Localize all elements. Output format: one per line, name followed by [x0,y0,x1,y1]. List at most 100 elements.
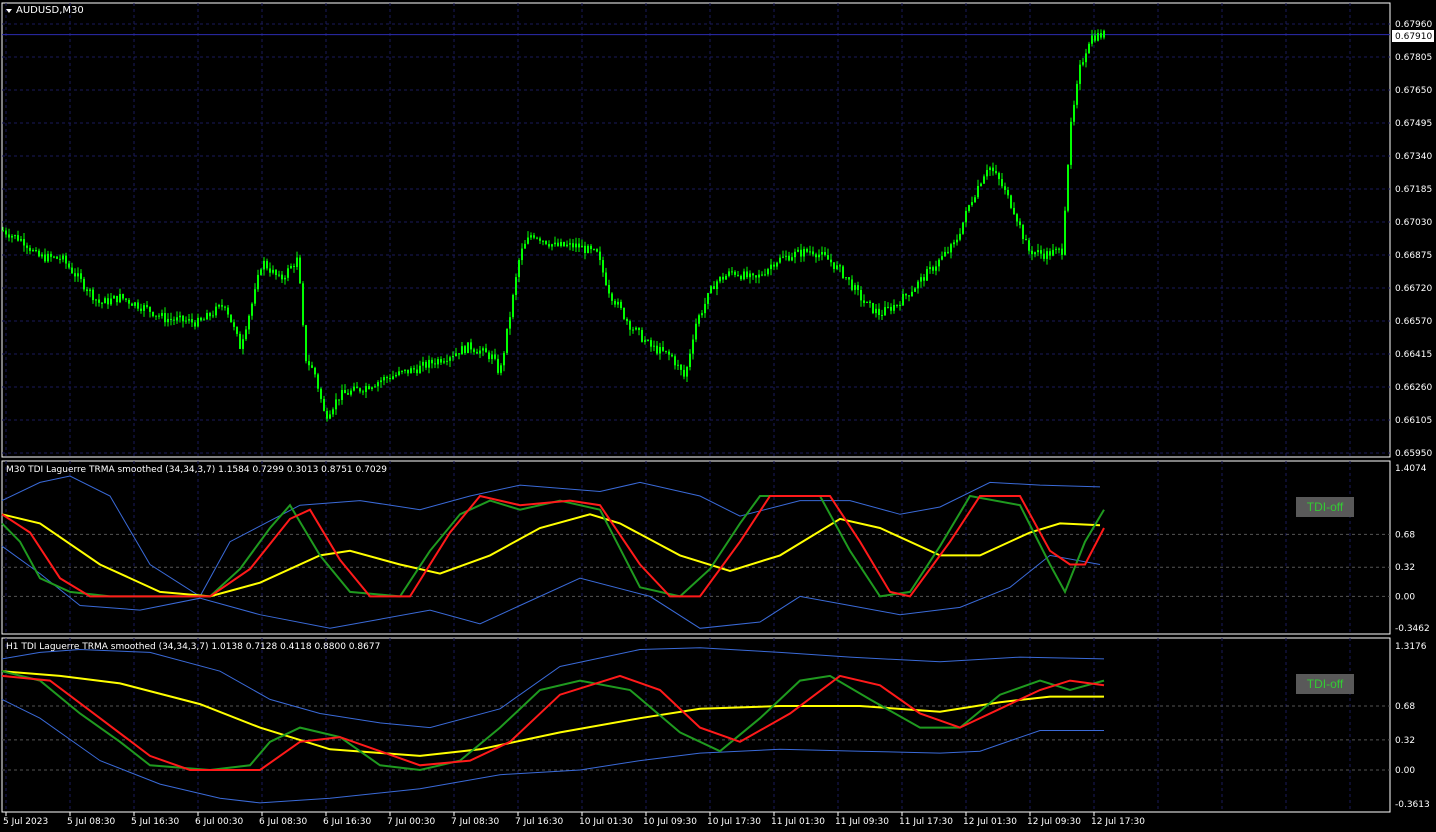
candle-body [164,313,166,323]
candle-body [764,274,766,276]
candle-body [380,380,382,383]
candle-body [299,257,301,284]
candle-body [584,245,586,253]
candle-body [356,386,358,389]
candle-body [329,414,331,419]
candle-body [572,243,574,248]
price-tick-label: 0.66415 [1395,350,1432,360]
candle-body [377,382,379,387]
candle-body [119,294,121,303]
candle-body [317,374,319,389]
candle-body [854,285,856,290]
candle-body [611,293,613,301]
candle-body [773,264,775,267]
candle-body [515,277,517,295]
candle-body [230,314,232,323]
m30-tdi-off-button[interactable]: TDI-off [1296,497,1354,517]
candle-body [707,293,709,304]
candle-body [113,295,115,299]
price-candles [2,29,1105,422]
candle-body [173,319,175,321]
candle-body [116,295,118,303]
candle-body [14,235,16,237]
candle-body [395,374,397,377]
candle-body [392,376,394,380]
candle-body [539,238,541,241]
candle-body [476,351,478,354]
candle-body [743,271,745,280]
price-tick-label: 0.66105 [1395,416,1432,426]
candle-body [959,233,961,240]
candle-body [1100,33,1102,38]
chart-canvas[interactable]: 0.67960 0.67805 0.67650 0.67495 0.67340 0.671… [0,0,1436,832]
candle-body [530,235,532,238]
candle-body [353,386,355,391]
candle-body [323,398,325,411]
candle-body [887,306,889,308]
candle-body [29,247,31,251]
candle-body [20,239,22,241]
candle-body [812,251,814,255]
symbol-menu-icon[interactable] [6,9,12,13]
h1-lower-band [1,698,1104,804]
candle-body [833,262,835,269]
candle-body [893,305,895,311]
candle-body [785,255,787,257]
candle-body [713,286,715,290]
candle-body [677,364,679,366]
candle-body [548,244,550,247]
indicator-tick-label: 0.00 [1395,592,1415,602]
candle-body [1085,53,1087,63]
candle-body [1058,248,1060,250]
candle-body [752,273,754,276]
price-tick-label: 0.67650 [1395,86,1432,96]
candle-body [578,243,580,248]
candle-body [401,370,403,372]
candle-body [884,307,886,316]
candle-body [170,318,172,320]
candle-body [125,298,127,300]
candle-body [998,173,1000,180]
candle-body [599,251,601,261]
candle-body [251,303,253,316]
candle-body [680,364,682,370]
candle-body [2,230,4,232]
candle-body [1088,43,1090,54]
time-axis: 5 Jul 2023 5 Jul 08:30 5 Jul 16:30 6 Jul 00… [3,812,1145,827]
candle-body [980,183,982,186]
candle-body [17,235,19,241]
m30-signal-line-yellow [1,513,1101,598]
candle-body [746,271,748,278]
candle-body [488,352,490,360]
candle-body [560,242,562,246]
candle-body [104,298,106,304]
candle-body [131,303,133,306]
candle-body [389,378,391,380]
candle-body [938,259,940,267]
candle-body [563,242,565,247]
candle-body [740,275,742,280]
candle-body [656,345,658,354]
candle-body [593,249,595,251]
candle-body [110,298,112,305]
candle-body [203,319,205,321]
candle-body [221,305,223,307]
candle-body [905,294,907,296]
h1-tdi-off-button[interactable]: TDI-off [1296,674,1354,694]
candle-body [725,275,727,280]
candle-body [59,258,61,260]
candle-body [635,327,637,330]
candle-body [569,243,571,245]
candle-body [689,353,691,367]
candle-body [629,321,631,330]
candle-body [962,222,964,234]
candle-body [155,315,157,317]
candle-body [41,254,43,257]
candle-body [914,288,916,292]
candle-body [842,266,844,278]
time-tick-label: 7 Jul 16:30 [515,817,564,827]
candle-body [602,260,604,273]
candle-body [1067,164,1069,211]
candle-body [95,299,97,301]
candle-body [308,361,310,366]
